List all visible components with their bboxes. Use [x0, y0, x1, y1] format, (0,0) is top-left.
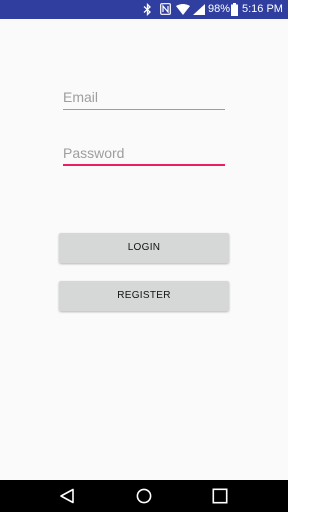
password-underline: [63, 164, 225, 166]
login-button[interactable]: LOGIN: [59, 233, 229, 263]
home-icon[interactable]: [136, 488, 152, 504]
email-field[interactable]: Email: [63, 88, 225, 110]
battery-percentage: 98%: [208, 3, 231, 15]
email-underline: [63, 109, 225, 110]
nfc-icon: [160, 3, 171, 16]
bluetooth-icon: [143, 3, 152, 16]
register-button[interactable]: REGISTER: [59, 281, 229, 311]
email-placeholder: Email: [63, 89, 99, 105]
clock: 5:16 PM: [242, 3, 283, 15]
wifi-icon: [176, 4, 190, 16]
login-screen: 98% 5:16 PM Email Password LOGIN REGISTE…: [0, 0, 288, 512]
battery-icon: [231, 3, 238, 16]
navigation-bar: [0, 480, 288, 512]
recent-apps-icon[interactable]: [212, 488, 228, 504]
password-placeholder: Password: [63, 145, 125, 161]
status-bar: 98% 5:16 PM: [0, 0, 288, 19]
back-icon[interactable]: [59, 488, 75, 504]
password-field[interactable]: Password: [63, 144, 225, 166]
signal-icon: [193, 4, 205, 16]
